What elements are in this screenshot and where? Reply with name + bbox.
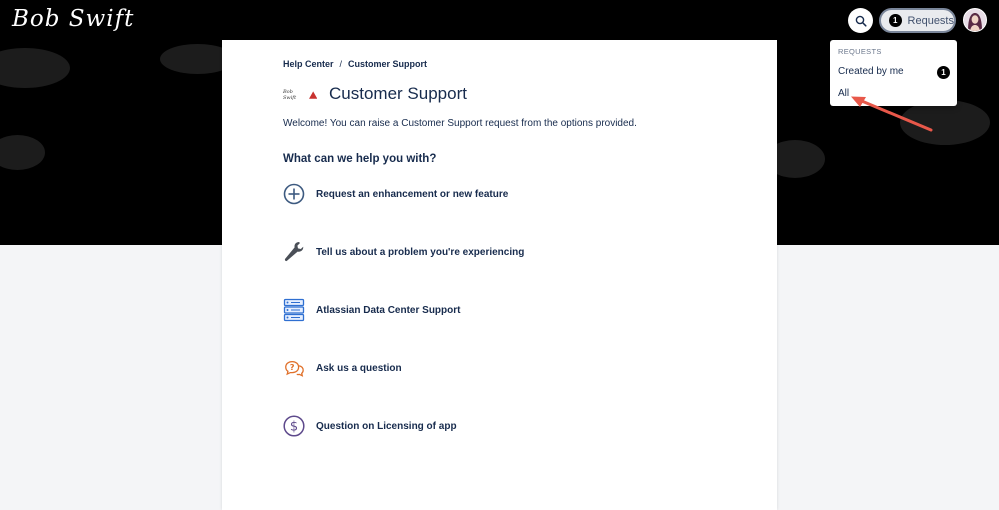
wrench-icon xyxy=(284,242,304,262)
cloud-shape xyxy=(0,135,45,170)
dropdown-heading: REQUESTS xyxy=(838,47,882,56)
breadcrumb-current[interactable]: Customer Support xyxy=(348,59,427,69)
portal-card: Help Center / Customer Support Bob Swift C… xyxy=(222,40,777,510)
search-button[interactable] xyxy=(848,8,873,33)
request-type-enhancement[interactable]: Request an enhancement or new feature xyxy=(283,181,508,207)
page-title: Customer Support xyxy=(329,84,467,103)
svg-text:$: $ xyxy=(290,420,298,435)
request-type-label: Atlassian Data Center Support xyxy=(316,304,461,316)
help-heading: What can we help you with? xyxy=(283,153,437,165)
portal-logo-mark-icon xyxy=(308,90,317,99)
question-bubble-icon: ? xyxy=(285,360,304,377)
welcome-message: Welcome! You can raise a Customer Suppor… xyxy=(283,118,637,129)
request-type-label: Question on Licensing of app xyxy=(316,420,457,432)
cloud-shape xyxy=(900,100,990,145)
request-type-label: Request an enhancement or new feature xyxy=(316,188,509,200)
portal-logo: Bob Swift xyxy=(283,88,317,101)
menu-item-created-by-me[interactable]: Created by me xyxy=(838,66,904,77)
dollar-circle-icon: $ xyxy=(283,415,305,437)
request-type-label: Ask us a question xyxy=(316,362,402,374)
requests-count-badge: 1 xyxy=(889,14,902,27)
request-type-question[interactable]: ? Ask us a question xyxy=(283,355,402,381)
breadcrumb-separator: / xyxy=(339,59,343,69)
requests-button-label: Requests xyxy=(907,14,954,27)
svg-text:?: ? xyxy=(290,362,295,372)
search-icon xyxy=(855,15,867,27)
site-logo[interactable]: Bob Swift xyxy=(12,6,134,32)
cloud-shape xyxy=(0,48,70,88)
breadcrumb: Help Center / Customer Support xyxy=(283,59,427,69)
request-type-datacenter[interactable]: Atlassian Data Center Support xyxy=(283,297,460,323)
plus-circle-icon xyxy=(283,183,305,205)
request-type-licensing[interactable]: $ Question on Licensing of app xyxy=(283,413,457,439)
breadcrumb-help-center[interactable]: Help Center xyxy=(283,59,334,69)
requests-button[interactable]: 1 Requests xyxy=(879,8,956,33)
created-by-me-count-badge: 1 xyxy=(937,66,950,79)
user-avatar[interactable] xyxy=(963,8,987,32)
avatar-icon xyxy=(964,9,986,31)
server-icon xyxy=(283,298,305,322)
menu-item-all[interactable]: All xyxy=(838,88,849,99)
request-type-label: Tell us about a problem you're experienc… xyxy=(316,246,525,258)
request-type-problem[interactable]: Tell us about a problem you're experienc… xyxy=(283,239,524,265)
portal-logo-text: Bob Swift xyxy=(283,88,297,101)
